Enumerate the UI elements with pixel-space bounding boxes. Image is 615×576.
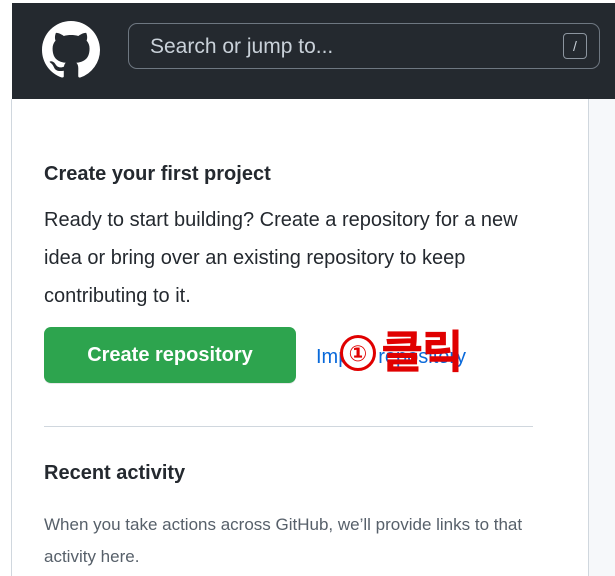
annotation-step-number: ①: [340, 335, 376, 371]
annotation-click-text: 클릭: [382, 328, 464, 378]
left-border: [11, 99, 12, 576]
keyboard-shortcut-badge: /: [563, 33, 587, 59]
top-header: Search or jump to... /: [12, 3, 615, 99]
section-divider: [44, 426, 533, 427]
recent-activity-title: Recent activity: [44, 462, 186, 484]
page: Search or jump to... / Create your first…: [0, 0, 615, 576]
github-mark-icon[interactable]: [42, 21, 100, 79]
create-project-description: Ready to start building? Create a reposi…: [44, 209, 518, 307]
create-project-title: Create your first project: [44, 163, 271, 185]
search-placeholder: Search or jump to...: [150, 35, 334, 58]
right-panel-edge: [588, 99, 615, 576]
recent-activity-description: When you take actions across GitHub, we’…: [44, 515, 523, 566]
click-annotation: ① 클릭: [340, 328, 463, 378]
search-input[interactable]: Search or jump to... /: [128, 23, 600, 69]
create-repository-button[interactable]: Create repository: [44, 327, 296, 383]
